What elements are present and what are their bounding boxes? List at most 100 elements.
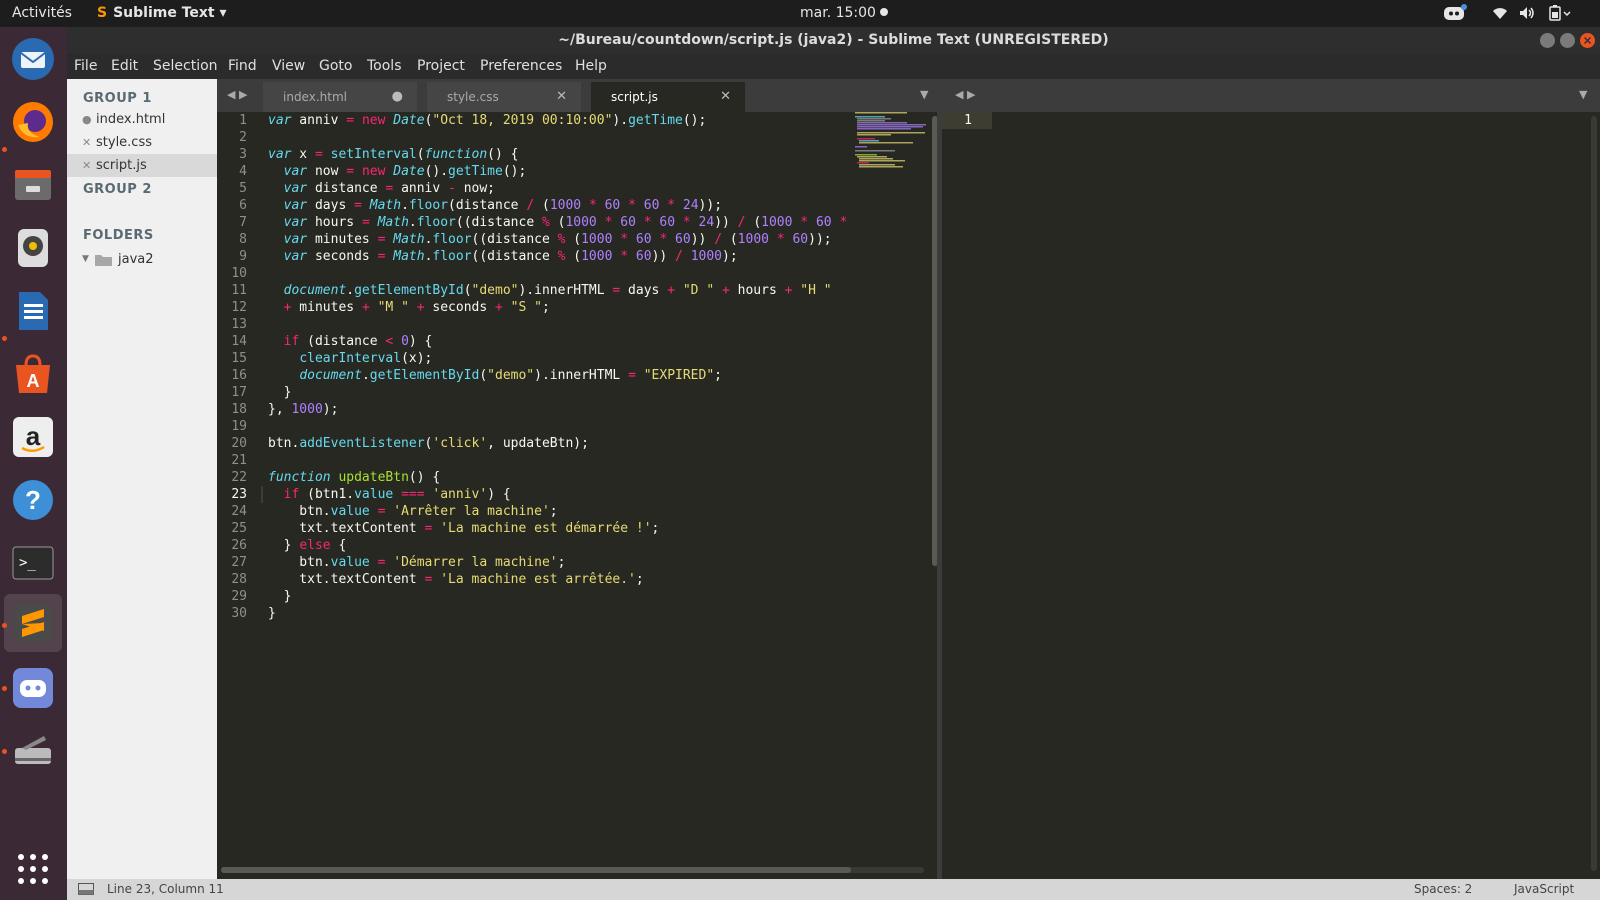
svg-text:a: a [26, 421, 41, 451]
line-number: 26 [231, 538, 247, 553]
code-line-8: var minutes = Math.floor((distance % (10… [283, 232, 832, 247]
code-line-29: } [268, 589, 292, 604]
tab-scroll-arrows-icon[interactable]: ◀ ▶ [955, 88, 975, 101]
discord-tray-icon[interactable] [1443, 4, 1467, 26]
running-indicator [2, 147, 7, 152]
sublime-text-icon[interactable] [4, 594, 62, 652]
menu-view[interactable]: View [272, 58, 305, 74]
notification-dot-icon [879, 8, 888, 16]
line-number: 30 [231, 606, 247, 621]
rhythmbox-icon[interactable] [9, 224, 57, 272]
code-line-4: var now = new Date().getTime(); [283, 164, 527, 179]
menu-edit[interactable]: Edit [111, 58, 138, 74]
close-icon[interactable]: ✕ [556, 82, 567, 112]
minimap[interactable] [853, 112, 927, 867]
line-number: 15 [231, 351, 247, 366]
line-number: 16 [231, 368, 247, 383]
panel-toggle-icon[interactable] [78, 883, 94, 895]
code-editor[interactable]: var anniv = new Date("Oct 18, 2019 00:10… [268, 112, 853, 862]
writer-icon[interactable] [9, 287, 57, 335]
firefox-icon[interactable] [9, 98, 57, 146]
code-line-5: var distance = anniv - now; [283, 181, 496, 196]
minimize-button[interactable] [1540, 33, 1555, 48]
line-number: 20 [231, 436, 247, 451]
scanner-icon[interactable] [9, 727, 57, 775]
editor-pane-2[interactable]: 1 [942, 112, 1600, 879]
tab-bar: ◀ ▶ index.html ● style.css ✕ script.js ✕… [217, 79, 1600, 112]
line-number: 6 [239, 198, 247, 213]
wifi-icon[interactable] [1491, 4, 1509, 26]
status-bar: Line 23, Column 11 Spaces: 2 JavaScript [67, 879, 1600, 900]
menu-help[interactable]: Help [575, 58, 607, 74]
tab-scroll-arrows-icon[interactable]: ◀ ▶ [227, 88, 247, 101]
line-number-gutter: 1 2 3 4 5 6 7 8 9 10 11 12 13 14 15 16 17 18 19 20 21 22 23 24 2… [217, 112, 261, 867]
code-line-1: var anniv = new Date("Oct 18, 2019 00:10… [268, 113, 707, 128]
horizontal-scrollbar[interactable] [221, 867, 851, 873]
discord-icon[interactable] [9, 664, 57, 712]
unsaved-dot-icon[interactable]: ● [392, 82, 403, 112]
menu-project[interactable]: Project [417, 58, 465, 74]
indentation-setting[interactable]: Spaces: 2 [1414, 882, 1472, 896]
vertical-scrollbar[interactable] [1591, 116, 1597, 871]
sidebar-folder-java2[interactable]: ▼ java2 [67, 248, 217, 271]
close-icon[interactable]: ✕ [82, 131, 91, 154]
activities-button[interactable]: Activités [12, 5, 72, 21]
sublime-logo-icon: S [97, 5, 108, 21]
tab-list-chevron-icon[interactable]: ▼ [920, 88, 928, 101]
code-line-30: } [268, 606, 276, 621]
sidebar-file-index-html[interactable]: ● index.html [67, 108, 217, 131]
line-number: 11 [231, 283, 247, 298]
line-number: 1 [239, 113, 247, 128]
line-number: 24 [231, 504, 247, 519]
folder-label: java2 [118, 252, 154, 267]
menu-tools[interactable]: Tools [367, 58, 402, 74]
close-icon[interactable]: ✕ [82, 154, 91, 177]
window-title: ~/Bureau/countdown/script.js (java2) - S… [67, 27, 1600, 54]
app-grid-icon[interactable] [9, 845, 57, 893]
code-line-3: var x = setInterval(function() { [268, 147, 519, 162]
menu-find[interactable]: Find [228, 58, 257, 74]
clock[interactable]: mar. 15:00 [800, 5, 888, 21]
thunderbird-icon[interactable] [9, 35, 57, 83]
line-number: 29 [231, 589, 247, 604]
tab-script-js[interactable]: script.js ✕ [591, 82, 745, 112]
menu-preferences[interactable]: Preferences [480, 58, 562, 74]
folder-icon [95, 255, 112, 266]
tab-label: script.js [611, 90, 658, 104]
terminal-icon[interactable]: >_ [9, 539, 57, 587]
syntax-selector[interactable]: JavaScript [1514, 882, 1574, 896]
help-icon[interactable]: ? [9, 476, 57, 524]
group-1-header: GROUP 1 [83, 91, 152, 106]
close-button[interactable] [1580, 33, 1595, 48]
line-number: 4 [239, 164, 247, 179]
tab-list-chevron-icon[interactable]: ▼ [1579, 88, 1587, 101]
app-menu[interactable]: S Sublime Text ▾ [97, 5, 227, 21]
line-number: 7 [239, 215, 247, 230]
battery-menu-icon[interactable] [1548, 4, 1572, 26]
dock: A a ? >_ [0, 27, 67, 900]
disclosure-triangle-icon[interactable]: ▼ [82, 248, 89, 271]
sidebar-file-label: style.css [96, 135, 152, 150]
cursor-position[interactable]: Line 23, Column 11 [107, 882, 224, 896]
amazon-icon[interactable]: a [9, 413, 57, 461]
maximize-button[interactable] [1560, 33, 1575, 48]
menu-selection[interactable]: Selection [153, 58, 218, 74]
close-icon[interactable]: ✕ [720, 82, 731, 112]
code-line-6: var days = Math.floor(distance / (1000 *… [283, 198, 723, 213]
sidebar-file-script-js[interactable]: ✕ script.js [67, 154, 217, 177]
line-number: 27 [231, 555, 247, 570]
volume-icon[interactable] [1518, 4, 1536, 26]
line-number: 8 [239, 232, 247, 247]
sidebar-file-style-css[interactable]: ✕ style.css [67, 131, 217, 154]
tab-label: style.css [447, 90, 499, 104]
folders-header: FOLDERS [83, 228, 154, 243]
tab-style-css[interactable]: style.css ✕ [427, 82, 581, 112]
code-line-18: }, 1000); [268, 402, 339, 417]
menu-goto[interactable]: Goto [319, 58, 352, 74]
running-indicator [2, 623, 7, 628]
line-number: 3 [239, 147, 247, 162]
software-icon[interactable]: A [9, 350, 57, 398]
menu-file[interactable]: File [74, 58, 97, 74]
tab-index-html[interactable]: index.html ● [263, 82, 417, 112]
files-icon[interactable] [9, 161, 57, 209]
